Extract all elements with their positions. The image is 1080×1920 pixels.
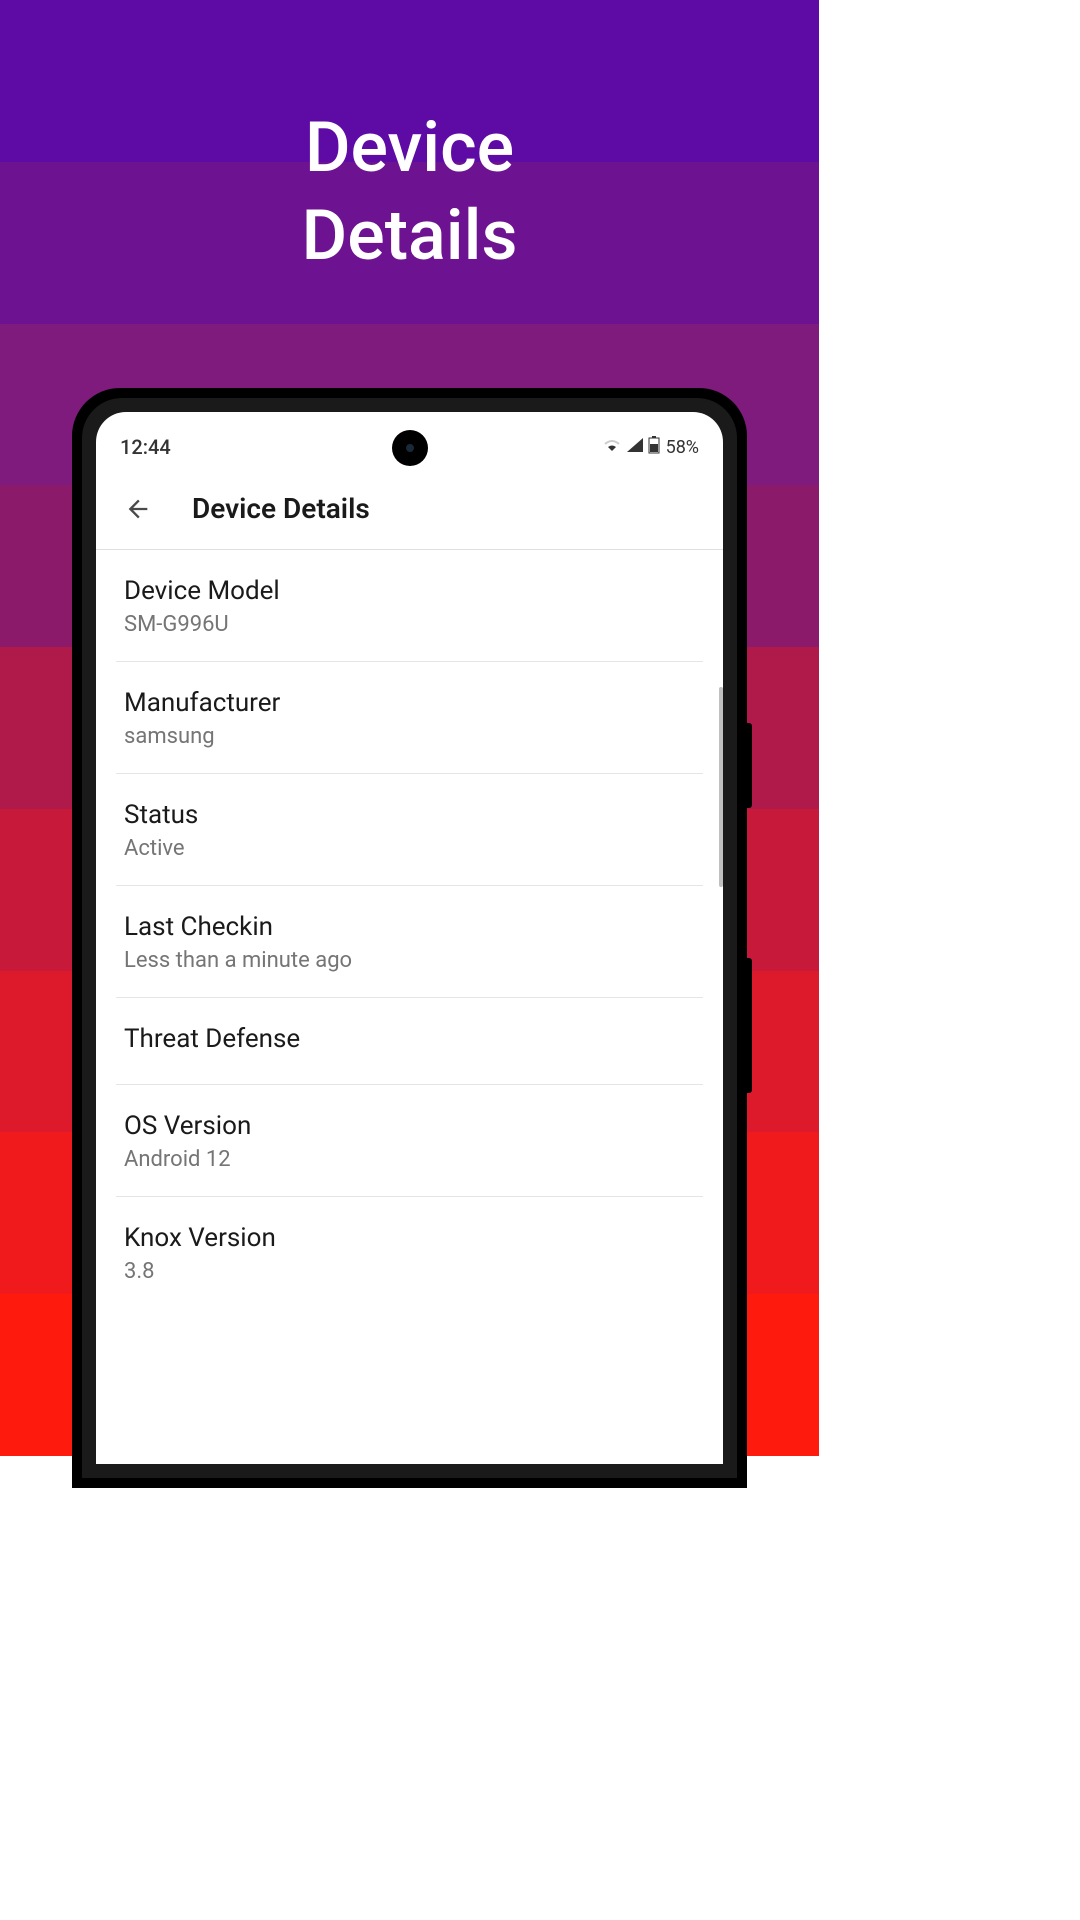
detail-label: Status: [124, 800, 695, 830]
detail-value: Active: [124, 836, 695, 861]
detail-row-threat-defense[interactable]: Threat Defense: [116, 998, 703, 1085]
back-button[interactable]: [124, 495, 152, 523]
wifi-icon: [602, 437, 622, 457]
status-time: 12:44: [120, 435, 171, 459]
detail-label: OS Version: [124, 1111, 695, 1141]
detail-value: Less than a minute ago: [124, 948, 695, 973]
detail-label: Manufacturer: [124, 688, 695, 718]
detail-row-os-version[interactable]: OS Version Android 12: [116, 1085, 703, 1197]
page-title: Device Details: [0, 105, 819, 280]
title-line-1: Device: [305, 107, 514, 189]
detail-value: SM-G996U: [124, 612, 695, 637]
detail-row-status[interactable]: Status Active: [116, 774, 703, 886]
app-header: Device Details: [96, 470, 723, 550]
header-title: Device Details: [192, 492, 370, 525]
phone-frame: 12:44: [72, 388, 747, 1488]
title-line-2: Details: [302, 195, 518, 277]
detail-label: Last Checkin: [124, 912, 695, 942]
battery-percent: 58%: [666, 437, 699, 458]
detail-label: Threat Defense: [124, 1024, 695, 1054]
detail-value: Android 12: [124, 1147, 695, 1172]
detail-row-knox-version[interactable]: Knox Version 3.8: [116, 1197, 703, 1308]
phone-side-button: [747, 723, 752, 808]
details-list[interactable]: Device Model SM-G996U Manufacturer samsu…: [96, 550, 723, 1308]
scrollbar[interactable]: [719, 687, 723, 887]
phone-side-button: [747, 958, 752, 1093]
detail-row-manufacturer[interactable]: Manufacturer samsung: [116, 662, 703, 774]
detail-label: Device Model: [124, 576, 695, 606]
detail-row-last-checkin[interactable]: Last Checkin Less than a minute ago: [116, 886, 703, 998]
detail-label: Knox Version: [124, 1223, 695, 1253]
detail-value: samsung: [124, 724, 695, 749]
phone-bezel: 12:44: [82, 398, 737, 1478]
camera-notch: [392, 430, 428, 466]
battery-icon: [648, 436, 660, 458]
detail-value: 3.8: [124, 1259, 695, 1284]
status-icons: 58%: [602, 436, 699, 458]
detail-row-device-model[interactable]: Device Model SM-G996U: [116, 550, 703, 662]
signal-icon: [626, 437, 644, 457]
phone-screen: 12:44: [96, 412, 723, 1464]
